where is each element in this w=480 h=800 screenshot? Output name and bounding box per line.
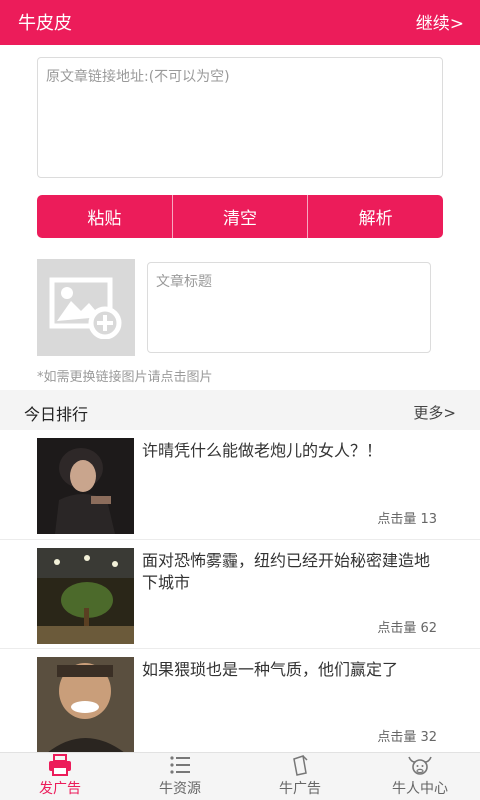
- tab-label: 发广告: [39, 781, 81, 797]
- article-thumbnail: [37, 548, 134, 644]
- tab-label: 牛广告: [279, 781, 321, 797]
- continue-button[interactable]: 继续>: [416, 9, 464, 34]
- image-hint-text: *如需更换链接图片请点击图片: [37, 370, 213, 385]
- url-input-box: [37, 57, 443, 178]
- tab-post-ad[interactable]: 发广告: [0, 753, 120, 800]
- more-link[interactable]: 更多>: [413, 402, 456, 423]
- ranking-list: 许晴凭什么能做老炮儿的女人？！ 点击量 13 面对恐怖雾霾，纽约已经开始秘密建造…: [0, 430, 480, 757]
- article-thumbnail: [37, 438, 134, 534]
- parse-button[interactable]: 解析: [307, 195, 443, 238]
- document-icon: [293, 755, 308, 776]
- article-title: 如果猥琐也是一种气质，他们赢定了: [142, 660, 399, 679]
- ox-head-icon: [408, 756, 432, 775]
- printer-icon: [49, 754, 71, 776]
- add-image-icon: [49, 277, 122, 339]
- tab-profile[interactable]: 牛人中心: [360, 753, 480, 800]
- article-thumbnail: [37, 657, 134, 753]
- article-title-input[interactable]: [156, 274, 422, 290]
- tab-resources[interactable]: 牛资源: [120, 753, 240, 800]
- bottom-tab-bar: 发广告 牛资源 牛广告 牛人中心: [0, 752, 480, 800]
- article-title-box: [147, 262, 431, 353]
- top-bar: 牛皮皮 继续>: [0, 0, 480, 45]
- list-item[interactable]: 如果猥琐也是一种气质，他们赢定了 点击量 32: [0, 648, 480, 757]
- article-title: 面对恐怖雾霾，纽约已经开始秘密建造地下城市: [142, 551, 431, 592]
- article-title: 许晴凭什么能做老炮儿的女人？！: [142, 441, 383, 460]
- url-input[interactable]: [46, 66, 434, 169]
- ranking-header: 今日排行 更多>: [0, 390, 480, 430]
- view-count: 点击量 62: [377, 621, 437, 636]
- list-item[interactable]: 许晴凭什么能做老炮儿的女人？！ 点击量 13: [0, 430, 480, 539]
- action-button-group: 粘贴 清空 解析: [37, 195, 443, 238]
- view-count: 点击量 32: [377, 730, 437, 745]
- app-title: 牛皮皮: [18, 13, 72, 34]
- tab-ads[interactable]: 牛广告: [240, 753, 360, 800]
- list-item[interactable]: 面对恐怖雾霾，纽约已经开始秘密建造地下城市 点击量 62: [0, 539, 480, 648]
- tab-label: 牛资源: [159, 781, 201, 797]
- article-image-picker[interactable]: [37, 259, 135, 356]
- list-icon: [170, 756, 190, 774]
- tab-label: 牛人中心: [392, 781, 448, 797]
- clear-button[interactable]: 清空: [171, 195, 308, 238]
- ranking-title: 今日排行: [24, 405, 89, 424]
- view-count: 点击量 13: [377, 512, 437, 527]
- paste-button[interactable]: 粘贴: [37, 195, 172, 238]
